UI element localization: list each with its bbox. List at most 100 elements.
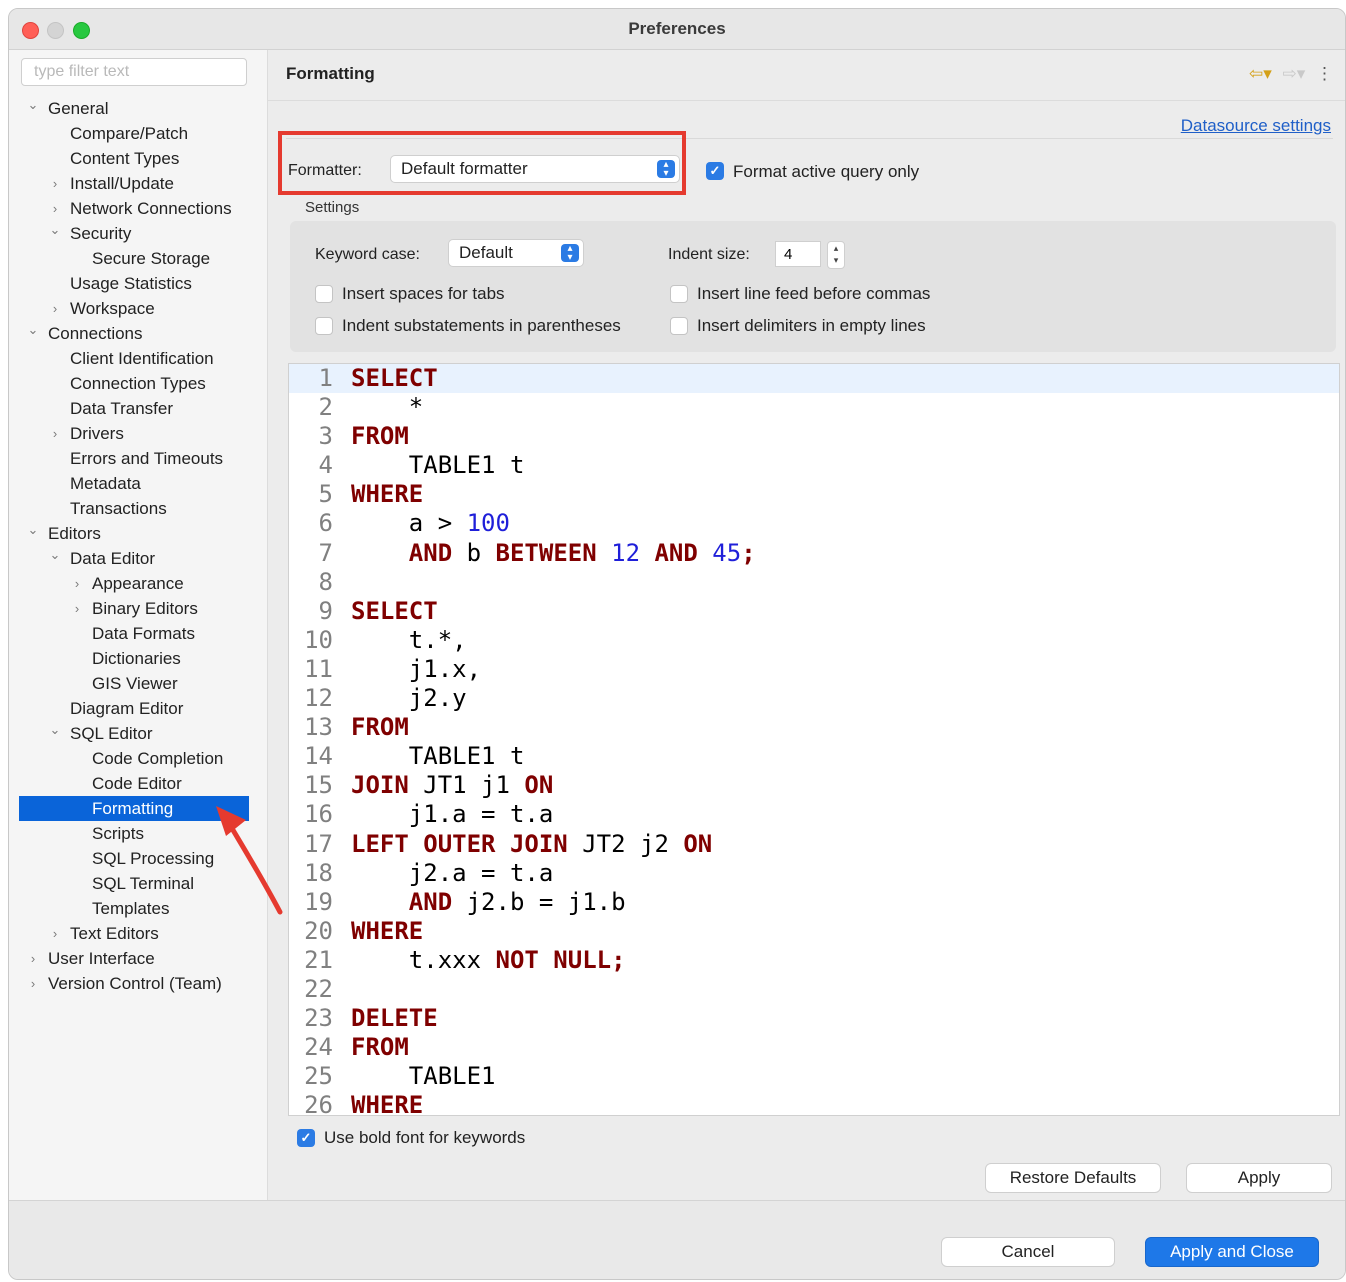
sidebar-item-connections[interactable]: ⌄ Connections: [9, 321, 267, 346]
sidebar-item-code-completion[interactable]: Code Completion: [9, 746, 267, 771]
sidebar-item-label: Data Editor: [70, 549, 156, 568]
code-text: j1.a = t.a: [351, 800, 554, 829]
code-line: 10 t.*,: [289, 626, 1339, 655]
chevron-right-icon[interactable]: ›: [26, 946, 40, 971]
sidebar-item-transactions[interactable]: Transactions: [9, 496, 267, 521]
chevron-down-icon[interactable]: ⌄: [26, 517, 40, 542]
sql-keyword: ON: [524, 771, 554, 800]
sidebar-item-formatting[interactable]: Formatting: [19, 796, 249, 821]
indent-size-spinner[interactable]: ▴▾: [775, 241, 845, 269]
chevron-down-icon[interactable]: ⌄: [48, 542, 62, 567]
sql-keyword: DELETE: [351, 1004, 438, 1033]
sidebar-item-sql-terminal[interactable]: SQL Terminal: [9, 871, 267, 896]
forward-arrow-icon[interactable]: ⇨▾: [1282, 64, 1305, 84]
apply-and-close-button[interactable]: Apply and Close: [1145, 1237, 1319, 1267]
sidebar-item-client-identification[interactable]: Client Identification: [9, 346, 267, 371]
spinner-arrows-icon[interactable]: ▴ ▾: [827, 241, 845, 269]
sidebar-item-user-interface[interactable]: › User Interface: [9, 946, 267, 971]
apply-button[interactable]: Apply: [1186, 1163, 1332, 1193]
sidebar-item-label: Formatting: [92, 799, 174, 818]
sidebar-item-drivers[interactable]: › Drivers: [9, 421, 267, 446]
sidebar-item-content-types[interactable]: Content Types: [9, 146, 267, 171]
format-active-query-checkbox[interactable]: ✓: [706, 162, 724, 180]
sidebar-item-connection-types[interactable]: Connection Types: [9, 371, 267, 396]
indent-substatements-checkbox[interactable]: [315, 317, 333, 335]
back-arrow-icon[interactable]: ⇦▾: [1249, 64, 1272, 84]
sidebar-item-scripts[interactable]: Scripts: [9, 821, 267, 846]
sql-number: 100: [466, 509, 510, 538]
sidebar-item-general[interactable]: ⌄ General: [9, 96, 267, 121]
sidebar-item-install-update[interactable]: › Install/Update: [9, 171, 267, 196]
sidebar-item-data-formats[interactable]: Data Formats: [9, 621, 267, 646]
filter-input[interactable]: [21, 58, 247, 86]
sidebar-item-text-editors[interactable]: › Text Editors: [9, 921, 267, 946]
sidebar-item-data-editor[interactable]: ⌄ Data Editor: [9, 546, 267, 571]
code-text: *: [351, 393, 423, 422]
sidebar-item-workspace[interactable]: › Workspace: [9, 296, 267, 321]
sidebar-item-appearance[interactable]: › Appearance: [9, 571, 267, 596]
sidebar-item-label: Network Connections: [70, 199, 232, 218]
chevron-right-icon[interactable]: ›: [70, 571, 84, 596]
keyword-case-label: Keyword case:: [315, 246, 420, 263]
sidebar-item-label: Content Types: [70, 149, 180, 168]
insert-spaces-checkbox[interactable]: [315, 285, 333, 303]
code-text: FROM: [351, 422, 409, 451]
sidebar-item-sql-processing[interactable]: SQL Processing: [9, 846, 267, 871]
formatter-label: Formatter:: [288, 162, 362, 179]
datasource-settings-link[interactable]: Datasource settings: [1181, 116, 1331, 136]
chevron-down-icon[interactable]: ⌄: [48, 217, 62, 242]
cancel-button[interactable]: Cancel: [941, 1237, 1115, 1267]
chevron-right-icon[interactable]: ›: [70, 596, 84, 621]
keyword-case-select[interactable]: Default ▴ ▾: [448, 239, 584, 267]
sidebar-item-errors-and-timeouts[interactable]: Errors and Timeouts: [9, 446, 267, 471]
line-number: 23: [304, 1004, 333, 1033]
line-number: 20: [304, 916, 333, 945]
sidebar-item-compare-patch[interactable]: Compare/Patch: [9, 121, 267, 146]
chevron-right-icon[interactable]: ›: [26, 971, 40, 996]
chevron-down-icon[interactable]: ⌄: [48, 717, 62, 742]
chevron-right-icon[interactable]: ›: [48, 921, 62, 946]
code-line: 2 *: [289, 393, 1339, 422]
line-number: 15: [304, 771, 333, 800]
sidebar-item-usage-statistics[interactable]: Usage Statistics: [9, 271, 267, 296]
sidebar-item-data-transfer[interactable]: Data Transfer: [9, 396, 267, 421]
sidebar-item-label: SQL Terminal: [92, 874, 195, 893]
code-line: 22: [289, 975, 1339, 1004]
sidebar-item-gis-viewer[interactable]: GIS Viewer: [9, 671, 267, 696]
sql-text: TABLE1 t: [351, 742, 525, 771]
code-text: SELECT: [351, 597, 438, 626]
sidebar-item-dictionaries[interactable]: Dictionaries: [9, 646, 267, 671]
sidebar-item-label: Drivers: [70, 424, 124, 443]
code-line: 12 j2.y: [289, 684, 1339, 713]
line-number: 13: [304, 713, 333, 742]
sidebar-item-security[interactable]: ⌄ Security: [9, 221, 267, 246]
sidebar-item-binary-editors[interactable]: › Binary Editors: [9, 596, 267, 621]
formatting-page: Formatting ⇦▾ ⇨▾ ⋮ Datasource settings F…: [268, 50, 1345, 1200]
indent-substatements-label: Indent substatements in parentheses: [342, 316, 621, 335]
sidebar-item-sql-editor[interactable]: ⌄ SQL Editor: [9, 721, 267, 746]
sidebar-item-templates[interactable]: Templates: [9, 896, 267, 921]
chevron-down-icon[interactable]: ⌄: [26, 317, 40, 342]
sidebar-item-version-control-team[interactable]: › Version Control (Team): [9, 971, 267, 996]
sql-preview-editor[interactable]: 1 SELECT 2 * 3 FROM 4 TABLE1 t 5 WHERE 6 a > 100…: [288, 363, 1340, 1116]
indent-size-input[interactable]: [775, 241, 821, 267]
line-feed-commas-checkbox[interactable]: [670, 285, 688, 303]
sql-keyword: ;: [741, 538, 756, 567]
restore-defaults-button[interactable]: Restore Defaults: [985, 1163, 1161, 1193]
chevron-down-icon[interactable]: ⌄: [26, 92, 40, 117]
insert-delimiters-checkbox[interactable]: [670, 317, 688, 335]
view-menu-icon[interactable]: ⋮: [1316, 64, 1333, 84]
chevron-right-icon[interactable]: ›: [48, 171, 62, 196]
chevron-right-icon[interactable]: ›: [48, 421, 62, 446]
sidebar-item-secure-storage[interactable]: Secure Storage: [9, 246, 267, 271]
sidebar-item-metadata[interactable]: Metadata: [9, 471, 267, 496]
formatter-select[interactable]: Default formatter ▴ ▾: [390, 155, 680, 183]
bold-keywords-checkbox[interactable]: ✓: [297, 1129, 315, 1147]
code-line: 14 TABLE1 t: [289, 742, 1339, 771]
code-text: j1.x,: [351, 655, 481, 684]
insert-delimiters-label: Insert delimiters in empty lines: [697, 316, 926, 335]
sidebar-item-label: Security: [70, 224, 132, 243]
sidebar-item-code-editor[interactable]: Code Editor: [9, 771, 267, 796]
code-line: 24 FROM: [289, 1033, 1339, 1062]
chevron-right-icon[interactable]: ›: [48, 296, 62, 321]
